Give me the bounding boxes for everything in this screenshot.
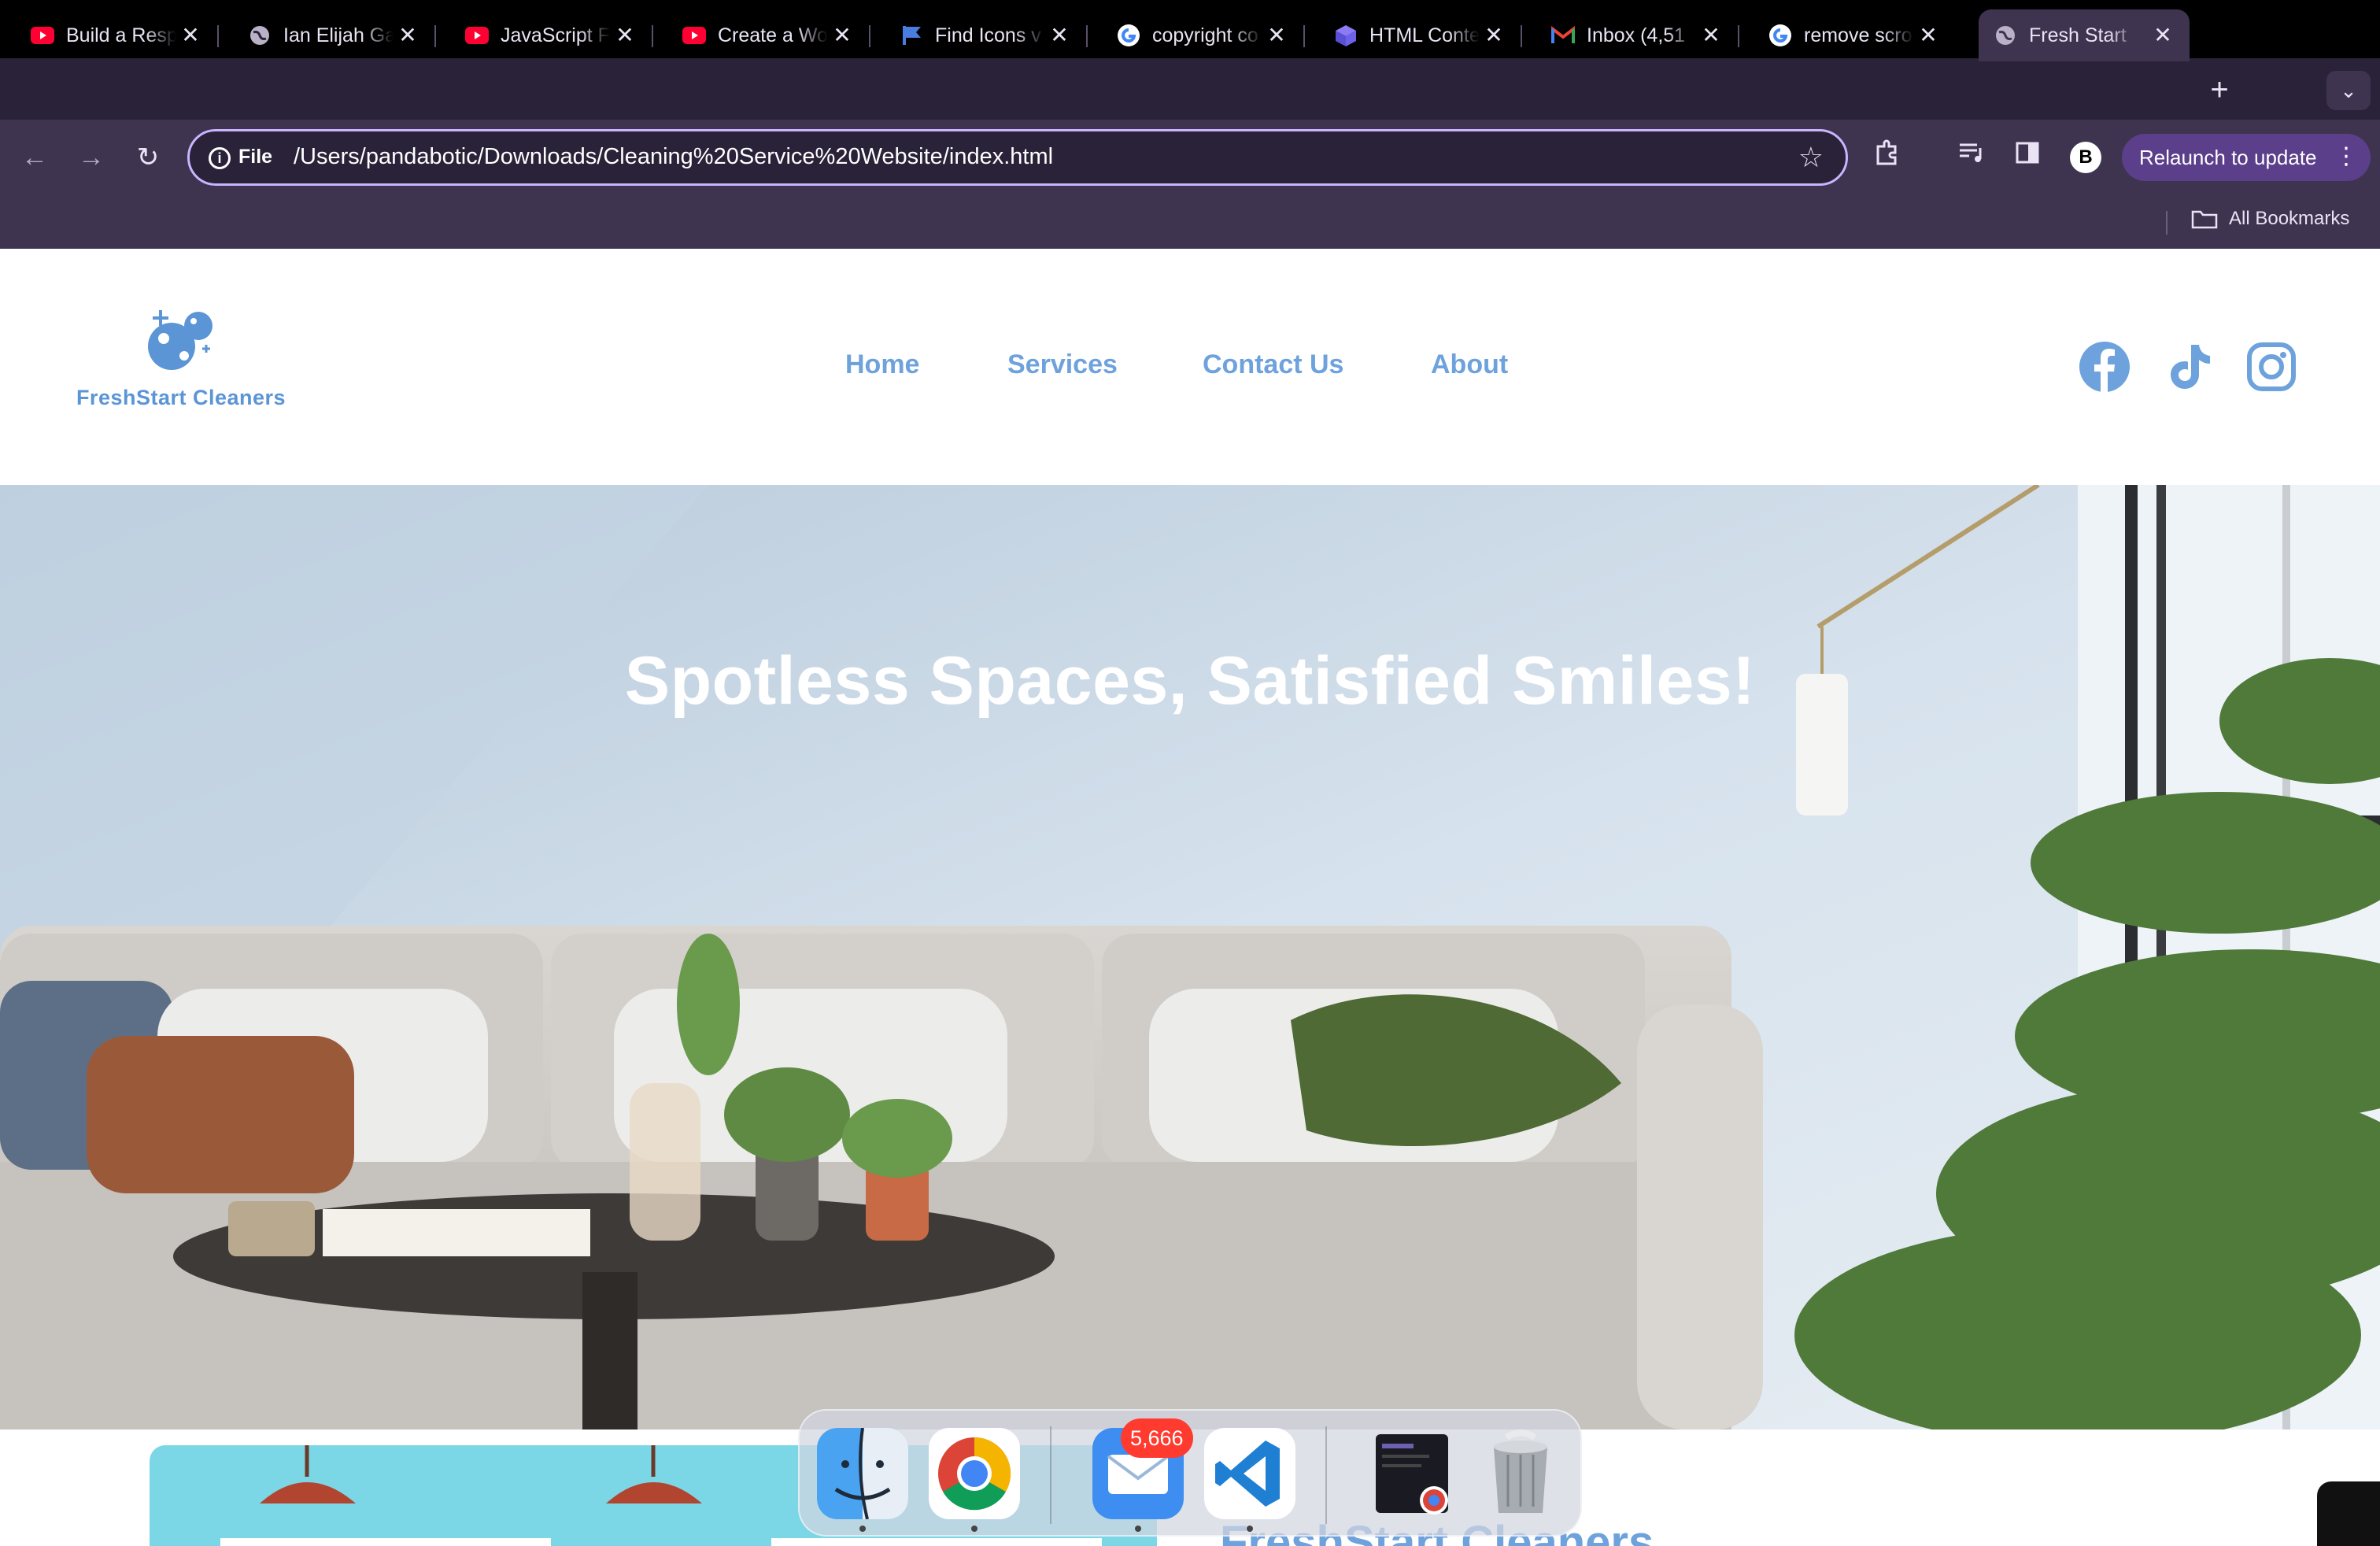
all-bookmarks-label: All Bookmarks (2229, 208, 2350, 229)
mail-badge: 5,666 (1121, 1418, 1193, 1458)
close-icon[interactable]: ✕ (1481, 23, 1506, 48)
tab-title: JavaScript F (501, 24, 610, 46)
side-panel-icon[interactable] (2009, 139, 2046, 176)
tab-title: Build a Resp (66, 24, 176, 46)
info-icon[interactable]: i (209, 147, 231, 169)
url-text[interactable]: /Users/pandabotic/Downloads/Cleaning%20S… (294, 144, 1053, 170)
tab-title: HTML Conte (1369, 24, 1480, 46)
tab[interactable]: HTML Conte ✕ (1303, 9, 1522, 61)
tab-active[interactable]: Fresh Start ✕ (1979, 9, 2190, 61)
close-icon[interactable]: ✕ (395, 23, 420, 48)
gmail-icon (1550, 23, 1576, 48)
hero-banner: Spotless Spaces, Satisfied Smiles! (0, 485, 2380, 1429)
facebook-icon[interactable] (2078, 340, 2131, 394)
tab[interactable]: Inbox (4,51 ✕ (1521, 9, 1739, 61)
cube-icon (1333, 23, 1358, 48)
finder-icon[interactable] (817, 1427, 908, 1520)
google-icon (1768, 23, 1793, 48)
close-icon[interactable]: ✕ (612, 23, 638, 48)
folder-icon (2191, 210, 2218, 229)
globe-icon (1993, 23, 2018, 48)
nav-home[interactable]: Home (845, 350, 919, 380)
tab[interactable]: remove scro ✕ (1738, 9, 1955, 61)
instagram-icon[interactable] (2245, 340, 2298, 394)
web-page: FreshStart Cleaners Home Services Contac… (0, 249, 2380, 1546)
nav-services[interactable]: Services (1007, 350, 1118, 380)
tab-strip (0, 58, 2380, 120)
youtube-icon (30, 23, 55, 48)
trash-icon[interactable] (1475, 1428, 1566, 1519)
youtube-icon (464, 23, 490, 48)
site-header: FreshStart Cleaners Home Services Contac… (0, 249, 2380, 485)
vscode-icon[interactable] (1204, 1428, 1295, 1519)
profile-avatar[interactable]: B (2070, 142, 2101, 173)
tab[interactable]: Build a Resp ✕ (0, 9, 219, 61)
media-queue-icon[interactable] (1952, 139, 1990, 176)
forward-arrow-icon[interactable]: → (72, 139, 110, 176)
globe-icon (247, 23, 272, 48)
tab[interactable]: Ian Elijah Ga ✕ (217, 9, 436, 61)
nav-about[interactable]: About (1431, 350, 1508, 380)
hero-title: Spotless Spaces, Satisfied Smiles! (624, 643, 1756, 719)
scroll-to-top-button[interactable] (2317, 1481, 2380, 1546)
tab[interactable]: Find Icons v ✕ (869, 9, 1088, 61)
tab[interactable]: copyright co ✕ (1086, 9, 1305, 61)
tab-title: copyright co (1152, 24, 1258, 46)
tab-title: Fresh Start (2029, 24, 2127, 46)
youtube-icon (682, 23, 707, 48)
tab-title: Inbox (4,51 (1587, 24, 1686, 46)
bookmark-star-icon[interactable]: ☆ (1798, 141, 1824, 174)
all-bookmarks-button[interactable]: All Bookmarks (2191, 208, 2349, 230)
terminal-window-icon[interactable] (1366, 1428, 1458, 1519)
site-logo[interactable]: FreshStart Cleaners (63, 309, 299, 419)
reload-icon[interactable]: ↻ (129, 139, 167, 176)
new-tab-button[interactable]: + (2201, 72, 2238, 110)
tab-title: remove scro (1804, 24, 1913, 46)
bubbles-logo-icon (148, 310, 213, 370)
back-arrow-icon[interactable]: ← (16, 139, 54, 176)
tab-title: Ian Elijah Ga (283, 24, 394, 46)
logo-text: FreshStart Cleaners (76, 386, 286, 409)
tiktok-icon[interactable] (2163, 340, 2216, 394)
flag-icon (899, 23, 924, 48)
close-icon[interactable]: ✕ (830, 23, 855, 48)
close-icon[interactable]: ✕ (178, 23, 203, 48)
close-icon[interactable]: ✕ (1916, 23, 1941, 48)
close-icon[interactable]: ✕ (2150, 23, 2175, 48)
tab-search-chevron-icon[interactable]: ⌄ (2326, 71, 2371, 110)
menu-dots-icon[interactable]: ⋮ (2334, 143, 2358, 170)
close-icon[interactable]: ✕ (1264, 23, 1289, 48)
tab[interactable]: JavaScript F ✕ (434, 9, 653, 61)
address-bar[interactable]: i File /Users/pandabotic/Downloads/Clean… (187, 129, 1848, 186)
living-room-photo (0, 485, 2380, 1429)
tab-title: Find Icons v (935, 24, 1041, 46)
close-icon[interactable]: ✕ (1047, 23, 1072, 48)
google-icon (1116, 23, 1141, 48)
tab[interactable]: Create a Wo ✕ (652, 9, 870, 61)
close-icon[interactable]: ✕ (1698, 23, 1724, 48)
bookmarks-bar: All Bookmarks (0, 195, 2380, 249)
scheme-label: File (238, 146, 273, 168)
relaunch-label: Relaunch to update (2139, 145, 2317, 169)
chrome-icon[interactable] (929, 1428, 1020, 1519)
tab-title: Create a Wo (718, 24, 828, 46)
extensions-puzzle-icon[interactable] (1868, 139, 1906, 176)
relaunch-button[interactable]: Relaunch to update ⋮ (2122, 134, 2371, 181)
nav-contact-us[interactable]: Contact Us (1203, 350, 1343, 380)
